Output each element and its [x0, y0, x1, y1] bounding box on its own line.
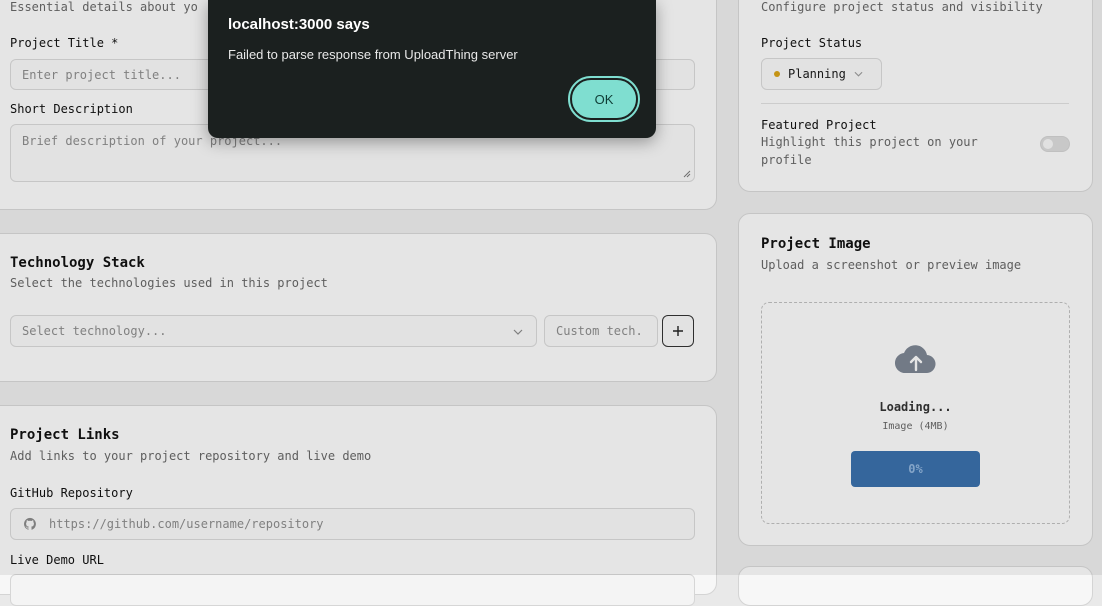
alert-dialog: localhost:3000 says Failed to parse resp…: [208, 0, 656, 138]
technology-select-placeholder: Select technology...: [22, 324, 167, 338]
cloud-upload-icon: [895, 345, 936, 374]
plus-icon: [673, 326, 683, 336]
add-tech-button[interactable]: [662, 315, 694, 347]
project-image-card: Project Image Upload a screenshot or pre…: [738, 213, 1093, 546]
next-card: [738, 566, 1093, 606]
alert-dialog-title: localhost:3000 says: [228, 16, 370, 33]
featured-project-toggle[interactable]: [1040, 136, 1070, 152]
technology-select[interactable]: Select technology...: [10, 315, 537, 347]
resize-handle-icon[interactable]: [683, 170, 691, 178]
project-status-label: Project Status: [761, 36, 863, 50]
project-links-card: Project Links Add links to your project …: [0, 405, 717, 606]
project-status-select[interactable]: Planning: [761, 58, 882, 90]
upload-loading-text: Loading...: [879, 400, 952, 414]
technology-stack-card: Technology Stack Select the technologies…: [0, 233, 717, 382]
custom-tech-input[interactable]: Custom tech.: [544, 315, 658, 347]
project-settings-subtitle: Configure project status and visibility: [761, 0, 1043, 14]
github-repository-input[interactable]: https://github.com/username/repository: [10, 508, 695, 540]
project-links-title: Project Links: [10, 427, 120, 443]
ok-button[interactable]: OK: [568, 76, 640, 122]
live-demo-input[interactable]: [10, 574, 695, 606]
featured-project-desc-line2: profile: [761, 153, 812, 167]
short-description-label: Short Description: [10, 102, 133, 116]
featured-project-desc-line1: Highlight this project on your: [761, 135, 978, 149]
project-image-subtitle: Upload a screenshot or preview image: [761, 258, 1022, 272]
project-image-title: Project Image: [761, 236, 871, 252]
chevron-down-icon: [854, 71, 863, 77]
settings-divider: [761, 103, 1069, 104]
github-icon: [23, 517, 36, 530]
github-repository-placeholder: https://github.com/username/repository: [49, 517, 324, 531]
upload-file-hint: Image (4MB): [882, 421, 949, 432]
featured-project-label: Featured Project: [761, 118, 877, 132]
image-dropzone[interactable]: Loading... Image (4MB) 0%: [761, 302, 1070, 524]
chevron-down-icon: [513, 329, 523, 335]
toggle-knob: [1043, 139, 1053, 149]
github-repository-label: GitHub Repository: [10, 486, 133, 500]
basic-info-subtitle: Essential details about yo: [10, 0, 198, 14]
custom-tech-placeholder: Custom tech.: [556, 324, 643, 338]
project-status-value: Planning: [788, 67, 846, 81]
project-title-label: Project Title *: [10, 36, 119, 50]
alert-dialog-message: Failed to parse response from UploadThin…: [228, 47, 518, 62]
technology-stack-subtitle: Select the technologies used in this pro…: [10, 276, 328, 290]
upload-progress-button[interactable]: 0%: [851, 451, 980, 487]
project-settings-card: Configure project status and visibility …: [738, 0, 1093, 192]
status-dot-icon: [774, 71, 780, 77]
upload-progress-text: 0%: [908, 462, 923, 476]
project-links-subtitle: Add links to your project repository and…: [10, 449, 372, 463]
live-demo-label: Live Demo URL: [10, 553, 104, 567]
project-title-placeholder: Enter project title...: [22, 67, 181, 82]
technology-stack-title: Technology Stack: [10, 255, 145, 271]
